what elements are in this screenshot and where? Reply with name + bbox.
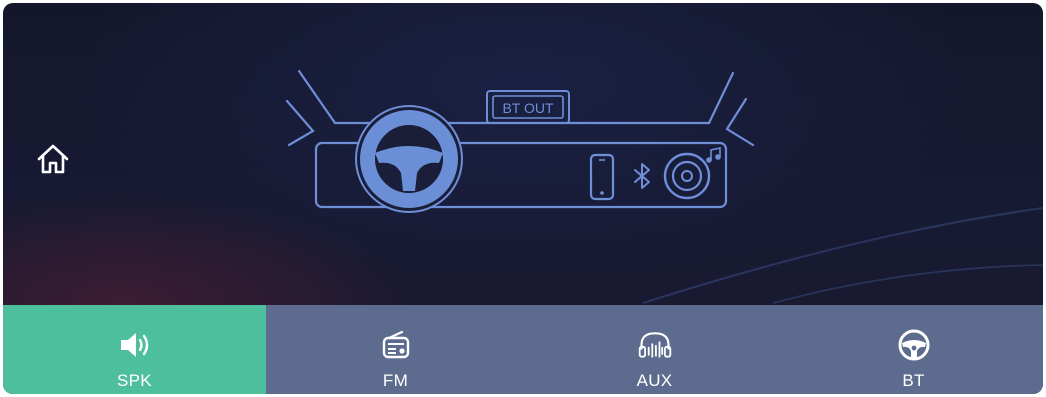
tab-fm[interactable]: FM: [266, 305, 525, 394]
tab-bt[interactable]: BT: [784, 305, 1043, 394]
audio-source-tab-bar: SPK FM AUX BT: [3, 305, 1043, 394]
tab-spk[interactable]: SPK: [3, 305, 266, 394]
speaker-volume-icon: [117, 327, 153, 363]
tab-aux[interactable]: AUX: [525, 305, 784, 394]
tab-fm-label: FM: [382, 371, 409, 390]
radio-icon: [378, 327, 414, 363]
bluetooth-icon: [634, 163, 650, 189]
phone-icon: [589, 153, 615, 201]
headphones-icon: [637, 327, 673, 363]
bt-out-label: BT OUT: [502, 100, 554, 116]
speaker-icon: [663, 152, 711, 200]
bt-out-badge: BT OUT: [486, 90, 570, 124]
tab-aux-label: AUX: [636, 371, 673, 390]
car-dashboard-illustration: BT OUT: [285, 69, 1043, 304]
tab-bt-label: BT: [902, 371, 925, 390]
tab-spk-label: SPK: [117, 371, 152, 390]
audio-output-screen: BT OUT SPK FM AUX BT: [3, 3, 1043, 394]
steering-wheel-icon: [896, 327, 932, 363]
background-streaks: [642, 207, 1043, 304]
music-note-icon: [706, 147, 721, 163]
steering-wheel-icon: [355, 105, 463, 213]
